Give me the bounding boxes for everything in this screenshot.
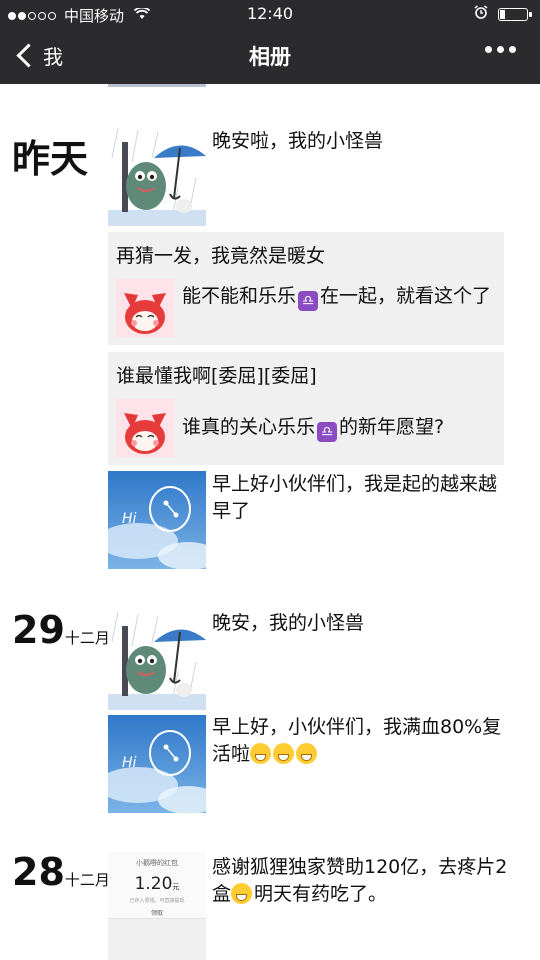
date-month: 十二月 [64,629,110,647]
album-feed[interactable]: 昨天 晚安啦，我的小怪兽 再猜一发，我竟然是暖女 能不能和乐乐 ♎ 在一起，就看… [0,84,540,960]
sky-hi-image: Hi [108,715,206,813]
page-title: 相册 [249,45,291,69]
share-title-rest: 在一起，就看这个了 [320,285,492,307]
date-label: 29十二月 [12,608,110,652]
grin-emoji-icon [296,743,318,764]
share-caption: 再猜一发，我竟然是暖女 [116,245,326,267]
sky-hi-photo[interactable]: Hi [108,471,206,569]
grin-emoji-icon [250,743,272,764]
share-title: 能不能和乐乐 [182,285,297,307]
red-packet-unit: 元 [172,883,180,891]
red-fox-thumbnail [116,279,174,337]
red-packet-footer: 领取 [150,910,163,917]
svg-text:Hi: Hi [122,511,137,527]
red-fox-thumbnail [116,399,174,457]
monster-umbrella-image [108,128,206,226]
monster-umbrella-photo[interactable] [108,128,206,226]
shared-link-card[interactable]: 再猜一发，我竟然是暖女 能不能和乐乐 ♎ 在一起，就看这个了 [108,232,504,345]
red-packet-note: 已存入零钱，可直接提现 [129,898,185,904]
monster-umbrella-photo[interactable] [108,612,206,710]
alarm-icon [474,5,488,23]
sky-hi-image: Hi [108,471,206,569]
share-title: 谁真的关心乐乐 [182,416,316,438]
previous-photo-edge[interactable] [108,84,206,87]
date-month: 十二月 [64,871,110,889]
crying-laugh-emoji-icon [231,883,253,904]
red-packet-amount: 1.20 [134,874,173,894]
shared-link-card[interactable]: 谁最懂我啊[委屈][委屈] 谁真的关心乐乐 ♎ 的新年愿望? [108,352,504,465]
post-text: 晚安啦，我的小怪兽 [212,130,384,152]
post-text-rest: 明天有药吃了。 [254,883,388,905]
red-packet-photo[interactable]: 小鹅嘢的红包 1.20元 已存入零钱，可直接提现 领取 [108,852,206,960]
grin-emoji-icon [273,743,295,764]
share-caption: 谁最懂我啊[委屈][委屈] [116,365,317,387]
libra-emoji-icon: ♎ [298,291,319,311]
libra-emoji-icon: ♎ [317,422,338,442]
date-label: 昨天 [12,137,89,181]
status-bar: 中国移动 12:40 [0,0,540,28]
nav-bar: 我 相册 [0,28,540,84]
clock: 12:40 [246,4,294,23]
svg-text:Hi: Hi [122,755,137,771]
date-label: 28十二月 [12,850,110,894]
red-packet-header: 小鹅嘢的红包 [136,859,178,867]
post-text: 晚安，我的小怪兽 [212,612,365,634]
date-day: 28 [12,850,65,894]
date-day: 29 [12,608,65,652]
sky-hi-photo[interactable]: Hi [108,715,206,813]
post-text: 早上好小伙伴们，我是起的越来越早了 [212,473,498,522]
share-title-rest: 的新年愿望? [339,416,445,438]
more-options-icon[interactable] [485,46,516,53]
monster-umbrella-image [108,612,206,710]
battery-icon [498,7,532,21]
